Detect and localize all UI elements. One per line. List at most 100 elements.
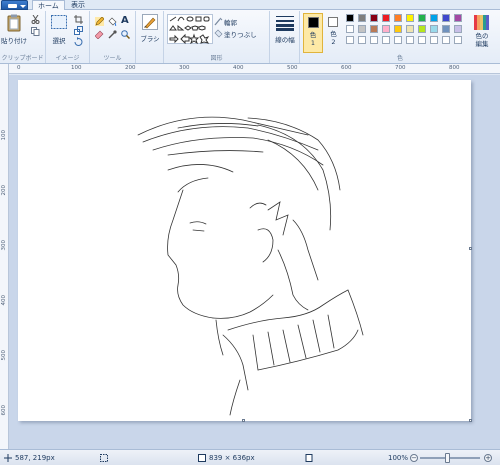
canvas-size-icon [198,454,206,462]
zoom-out-button[interactable]: − [410,454,418,462]
tab-home[interactable]: ホーム [32,0,65,10]
cursor-position: 587, 219px [15,454,55,462]
ruler-tick-label: 600 [1,405,7,416]
palette-color-swatch[interactable] [430,36,438,44]
outline-icon[interactable] [214,17,223,26]
eraser-icon[interactable] [95,30,104,39]
ruler-tick-label: 300 [1,240,7,251]
color2-swatch [328,17,338,27]
colors-group-label: 色 [396,55,403,62]
resize-handle-bottom[interactable] [242,419,245,422]
palette-color-swatch[interactable] [406,36,414,44]
palette-color-swatch[interactable] [358,36,366,44]
text-icon[interactable]: A [121,15,129,26]
palette-color-swatch[interactable] [418,14,426,22]
outline-label[interactable]: 輪郭 [224,17,237,27]
select-icon [51,15,67,29]
palette-color-swatch[interactable] [346,14,354,22]
palette-color-swatch[interactable] [418,36,426,44]
paste-button[interactable]: 貼り付け [1,13,27,51]
palette-color-swatch[interactable] [370,25,378,33]
image-group: 選択 イメージ [46,11,90,63]
cut-icon[interactable] [31,15,40,24]
ruler-tick-label: 0 [17,65,21,71]
left-ruler: 100 200 300 400 500 600 [0,64,9,449]
fill-shape-icon[interactable] [214,29,223,38]
palette-color-swatch[interactable] [442,25,450,33]
colors-group: 色 1 色 2 色の 編集 色 [300,11,500,63]
palette-color-swatch[interactable] [442,36,450,44]
palette-color-swatch[interactable] [454,25,462,33]
palette-color-swatch[interactable] [454,36,462,44]
resize-handle-corner[interactable] [469,419,472,422]
tab-view[interactable]: 表示 [66,0,90,10]
size-group: 線の幅 [270,11,300,63]
palette-color-swatch[interactable] [454,14,462,22]
paint-menu-button[interactable] [1,0,28,10]
clipboard-group-label: クリップボード [1,55,44,62]
drawing-canvas[interactable] [18,80,472,422]
palette-color-swatch[interactable] [346,25,354,33]
top-ruler: 0 100 200 300 400 500 600 700 800 [9,64,500,74]
resize-handle-right[interactable] [469,247,472,250]
palette-color-swatch[interactable] [430,25,438,33]
magnifier-icon[interactable] [121,30,130,39]
shapes-gallery-icon[interactable] [167,14,213,44]
clipboard-group: 貼り付け クリップボード [0,11,46,63]
selection-size-icon [100,454,108,462]
paste-label: 貼り付け [1,37,27,45]
brushes-button[interactable]: ブラシ [138,13,162,53]
zoom-in-button[interactable]: + [484,454,492,462]
edit-colors-button[interactable]: 色の 編集 [468,13,496,53]
ruler-tick-label: 200 [1,185,7,196]
palette-color-swatch[interactable] [370,36,378,44]
fill-label[interactable]: 塗りつぶし [224,29,257,39]
ruler-tick-label: 100 [1,130,7,141]
color1-label: 色 1 [309,31,317,47]
palette-color-swatch[interactable] [382,14,390,22]
brushes-label: ブラシ [140,35,160,43]
zoom-slider-thumb[interactable] [445,453,450,463]
palette-color-swatch[interactable] [394,14,402,22]
file-size-icon [305,454,313,462]
cursor-position-icon [4,454,12,462]
color2-button[interactable]: 色 2 [325,13,343,53]
shapes-group: 輪郭 塗りつぶし 図形 [164,11,270,63]
pencil-icon[interactable] [95,17,104,26]
select-button[interactable]: 選択 [49,13,69,51]
palette-color-swatch[interactable] [394,36,402,44]
fill-icon[interactable] [108,17,117,26]
palette-color-swatch[interactable] [442,14,450,22]
brush-icon [142,14,158,30]
edit-colors-label: 色の 編集 [475,32,489,48]
palette-color-swatch[interactable] [382,36,390,44]
size-label: 線の幅 [275,36,295,44]
palette-color-swatch[interactable] [406,14,414,22]
canvas-size: 839 × 636px [209,454,255,462]
ruler-tick-label: 700 [395,65,406,71]
palette-color-swatch[interactable] [346,36,354,44]
color1-swatch [308,17,319,28]
zoom-level: 100% [388,454,409,462]
color-picker-icon[interactable] [108,30,117,39]
tools-group: A ツール [90,11,136,63]
palette-color-swatch[interactable] [430,14,438,22]
palette-color-swatch[interactable] [406,25,414,33]
palette-color-swatch[interactable] [394,25,402,33]
color-wheel-icon [474,15,489,30]
color1-button[interactable]: 色 1 [303,13,323,53]
copy-icon[interactable] [31,27,40,36]
palette-color-swatch[interactable] [418,25,426,33]
palette-color-swatch[interactable] [382,25,390,33]
ribbon-tab-strip: ホーム 表示 [0,0,500,10]
crop-icon[interactable] [74,15,83,24]
ruler-tick-label: 300 [179,65,190,71]
ruler-tick-label: 500 [287,65,298,71]
zoom-slider-track[interactable] [420,457,480,459]
palette-color-swatch[interactable] [358,25,366,33]
rotate-icon[interactable] [74,37,83,46]
resize-icon[interactable] [74,26,83,35]
size-button[interactable]: 線の幅 [272,13,298,55]
palette-color-swatch[interactable] [370,14,378,22]
palette-color-swatch[interactable] [358,14,366,22]
